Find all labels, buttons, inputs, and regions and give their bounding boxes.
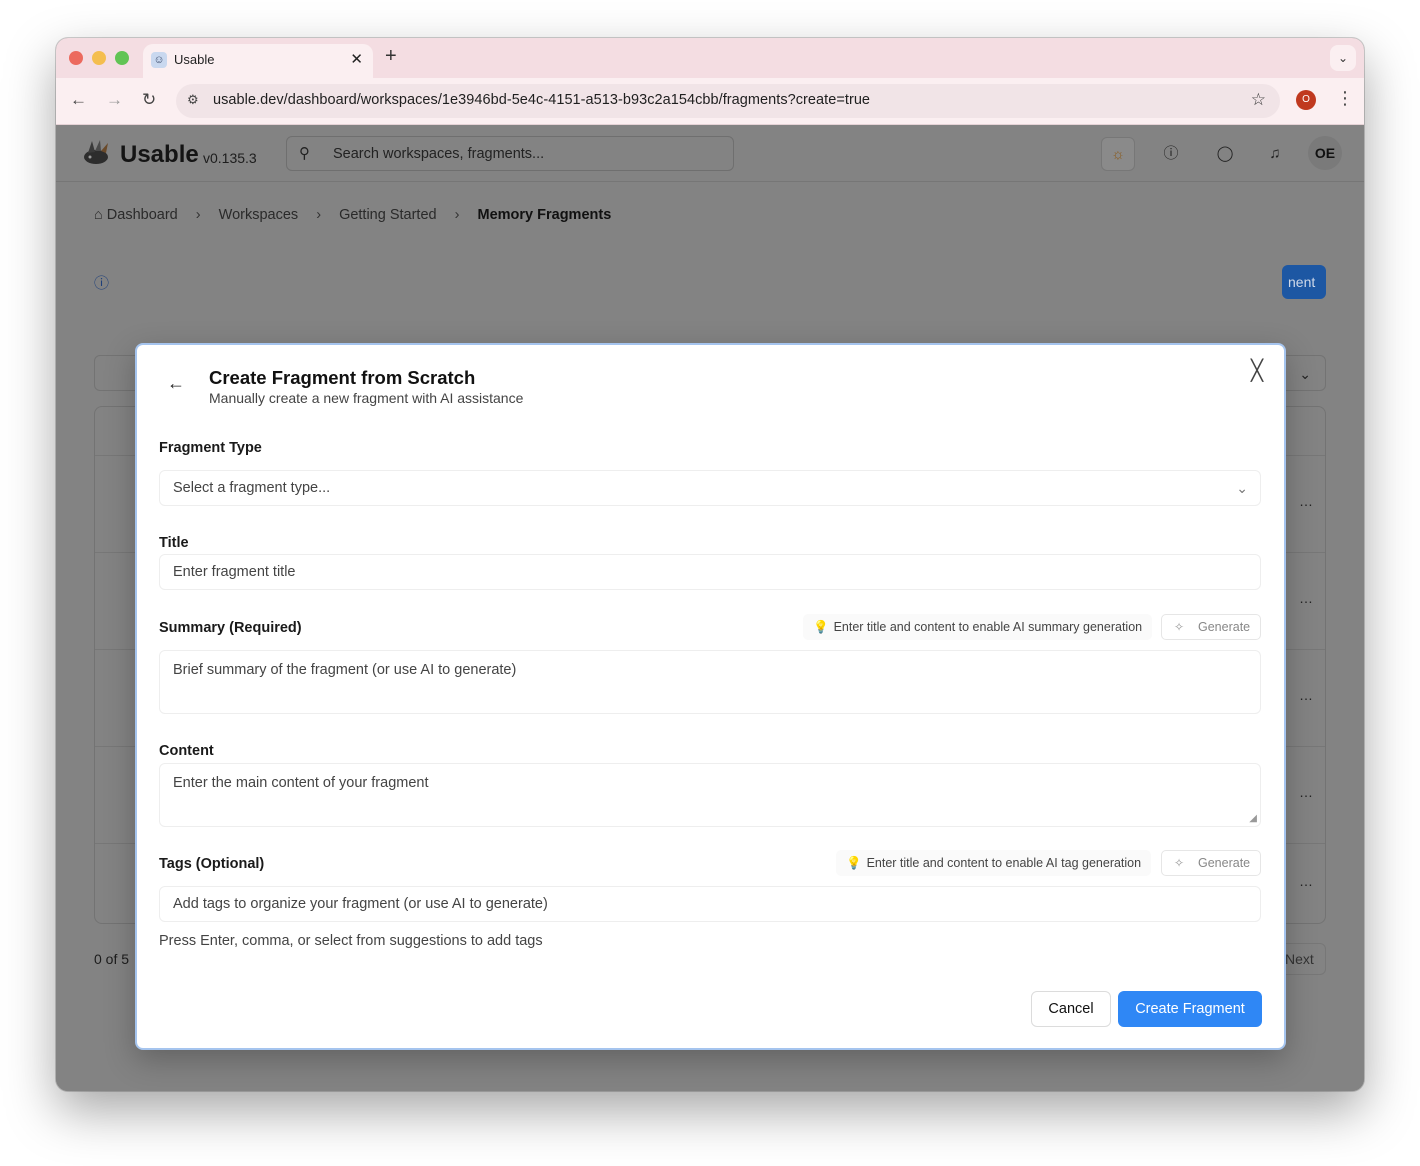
title-label: Title [159,535,189,551]
breadcrumb-getting-started[interactable]: Getting Started [339,207,437,223]
tags-ai-hint: 💡 Enter title and content to enable AI ta… [836,850,1152,876]
app-background: Usable v0.135.3 ⚲ Search workspaces, fra… [56,125,1364,1091]
tags-help-text: Press Enter, comma, or select from sugge… [159,933,543,949]
help-icon[interactable]: ⓘ [1154,137,1188,171]
close-window-button[interactable] [69,51,83,65]
browser-menu-icon[interactable]: ⋮ [1336,88,1354,109]
breadcrumb-dashboard[interactable]: Dashboard [107,207,178,223]
bookmark-star-icon[interactable]: ☆ [1251,90,1266,110]
user-avatar[interactable]: OE [1308,136,1342,170]
home-icon: ⌂ [94,207,103,223]
content-label: Content [159,743,214,759]
dialog-title: Create Fragment from Scratch [209,367,476,388]
app-version: v0.135.3 [203,150,257,166]
back-icon[interactable]: ← [70,90,87,110]
summary-textarea[interactable]: Brief summary of the fragment (or use AI… [159,650,1261,714]
generate-summary-label: Generate [1198,620,1251,634]
url-text: usable.dev/dashboard/workspaces/1e3946bd… [213,92,871,108]
sparkles-icon: ✧ [1174,620,1185,634]
row-menu-icon[interactable]: … [1299,687,1313,703]
row-menu-icon[interactable]: … [1299,873,1313,889]
title-placeholder: Enter fragment title [173,564,296,580]
summary-hint-text: Enter title and content to enable AI sum… [833,620,1143,634]
tags-label: Tags (Optional) [159,856,265,872]
generate-summary-button[interactable]: ✧ Generate [1161,614,1261,640]
content-placeholder: Enter the main content of your fragment [173,775,429,791]
chevron-right-icon: › [454,207,460,223]
theme-toggle-sun-icon[interactable]: ☼ [1101,137,1135,171]
fragment-type-placeholder: Select a fragment type... [173,480,331,496]
fragment-type-select[interactable]: Select a fragment type... ⌄ [159,470,1261,506]
lightbulb-icon: 💡 [846,856,862,870]
app-search-placeholder: Search workspaces, fragments... [333,146,545,162]
logo-icon [84,140,108,164]
fragment-type-label: Fragment Type [159,440,262,456]
row-menu-icon[interactable]: … [1299,493,1313,509]
title-input[interactable]: Enter fragment title [159,554,1261,590]
row-menu-icon[interactable]: … [1299,784,1313,800]
chevron-down-icon: ⌄ [1236,480,1248,496]
content-textarea[interactable]: Enter the main content of your fragment … [159,763,1261,827]
create-fragment-button[interactable]: Create Fragment [1118,991,1262,1027]
tags-hint-text: Enter title and content to enable AI tag… [866,856,1142,870]
bell-icon[interactable]: ♫ [1258,137,1292,171]
pagination-count: 0 of 5 [94,951,130,967]
back-arrow-icon[interactable]: ← [167,373,185,394]
breadcrumb-workspaces[interactable]: Workspaces [219,207,299,223]
summary-label: Summary (Required) [159,620,302,636]
address-bar[interactable]: ⚙ usable.dev/dashboard/workspaces/1e3946… [176,84,1280,118]
resize-handle-icon[interactable]: ◢ [1249,814,1257,824]
new-tab-icon[interactable]: + [385,45,397,68]
search-icon: ⚲ [299,145,310,162]
browser-window: ☺ Usable ✕ + ⌄ ← → ↻ ⚙ usable.dev/dashbo… [56,38,1364,1091]
site-settings-icon[interactable]: ⚙ [187,92,199,108]
reload-icon[interactable]: ↻ [142,90,156,110]
info-icon: ⓘ [94,275,110,292]
app-header: Usable v0.135.3 ⚲ Search workspaces, fra… [56,125,1364,182]
summary-placeholder: Brief summary of the fragment (or use AI… [173,662,517,678]
tab-title: Usable [174,52,215,67]
close-tab-icon[interactable]: ✕ [350,50,363,68]
cancel-button[interactable]: Cancel [1031,991,1111,1027]
chevron-right-icon: › [195,207,201,223]
maximize-window-button[interactable] [115,51,129,65]
breadcrumb: ⌂ Dashboard › Workspaces › Getting Start… [94,207,611,223]
close-icon[interactable]: ╳ [1251,361,1263,381]
tab-search-icon[interactable]: ⌄ [1330,45,1356,71]
browser-tab[interactable]: ☺ Usable ✕ [143,44,373,78]
chevron-right-icon: › [316,207,322,223]
browser-toolbar: ← → ↻ ⚙ usable.dev/dashboard/workspaces/… [56,78,1364,125]
breadcrumb-memory-fragments: Memory Fragments [477,207,612,223]
tags-input[interactable]: Add tags to organize your fragment (or u… [159,886,1261,922]
row-menu-icon[interactable]: … [1299,590,1313,606]
favicon-icon: ☺ [151,52,167,68]
sparkles-icon: ✧ [1174,856,1185,870]
lightbulb-icon: 💡 [813,620,829,634]
generate-tags-button[interactable]: ✧ Generate [1161,850,1261,876]
app-search-input[interactable]: ⚲ Search workspaces, fragments... [286,136,734,171]
create-fragment-dialog: ← Create Fragment from Scratch Manually … [135,343,1286,1050]
dialog-subtitle: Manually create a new fragment with AI a… [209,390,524,406]
generate-tags-label: Generate [1198,856,1251,870]
new-fragment-button[interactable]: nent [1282,265,1326,299]
forward-icon[interactable]: → [106,90,123,110]
tab-bar: ☺ Usable ✕ + ⌄ [56,38,1364,78]
minimize-window-button[interactable] [92,51,106,65]
summary-ai-hint: 💡 Enter title and content to enable AI su… [803,614,1153,640]
app-logo-text: Usable [120,141,199,168]
profile-avatar[interactable]: O [1296,90,1316,110]
tags-placeholder: Add tags to organize your fragment (or u… [173,896,548,912]
chat-icon[interactable]: ◯ [1208,137,1242,171]
